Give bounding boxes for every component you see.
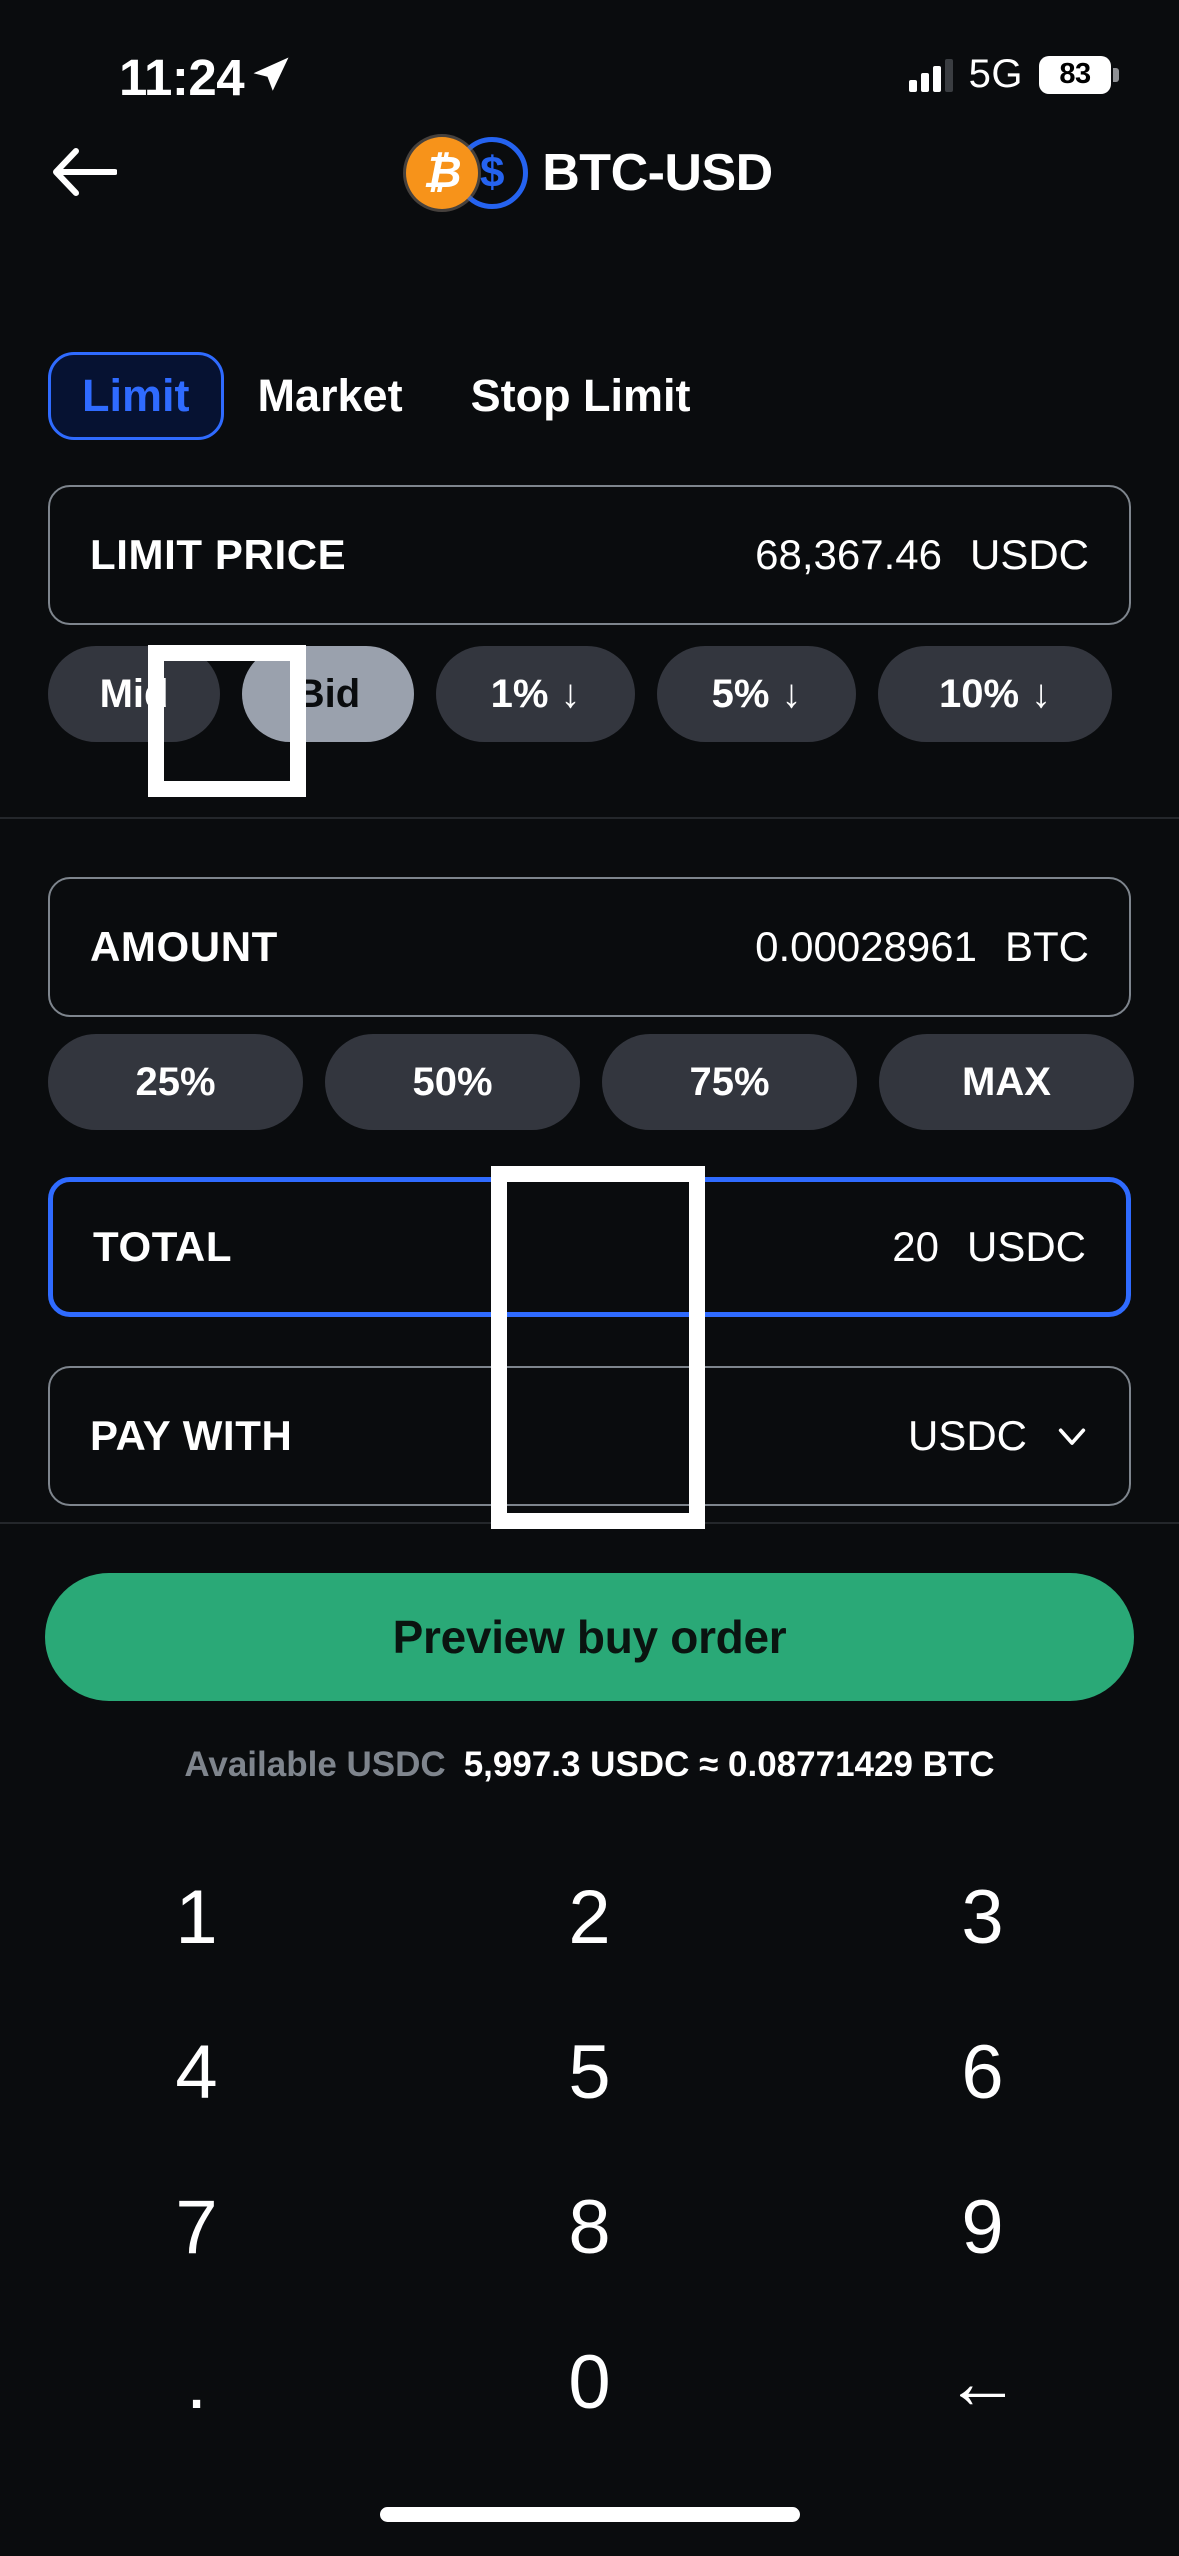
phone-screen: 11:24 5G 83 ₿ $ BTC-USD xyxy=(0,0,1179,2556)
key-2[interactable]: 2 xyxy=(393,1840,786,1995)
scroll-clip-mask xyxy=(0,1524,1179,1570)
amount-field[interactable]: AMOUNT 0.00028961 BTC xyxy=(48,877,1131,1017)
chip-max-label: MAX xyxy=(962,1060,1051,1105)
tab-limit[interactable]: Limit xyxy=(48,352,224,440)
limit-price-unit: USDC xyxy=(970,531,1089,579)
page-title: BTC-USD xyxy=(542,143,772,203)
total-value-group: 20 USDC xyxy=(892,1223,1086,1271)
status-bar: 11:24 5G 83 xyxy=(0,0,1179,112)
amount-unit: BTC xyxy=(1005,923,1089,971)
chip-25-percent[interactable]: 25% xyxy=(48,1034,303,1130)
pair-header: ₿ $ BTC-USD xyxy=(0,118,1179,228)
status-right-cluster: 5G 83 xyxy=(909,52,1119,97)
key-1[interactable]: 1 xyxy=(0,1840,393,1995)
pair-icons: ₿ $ xyxy=(406,137,528,209)
amount-value: 0.00028961 xyxy=(755,923,977,971)
key-7[interactable]: 7 xyxy=(0,2150,393,2305)
chip-10-percent-down[interactable]: 10% ↓ xyxy=(878,646,1112,742)
back-arrow-icon xyxy=(51,147,117,197)
chip-75-label: 75% xyxy=(689,1060,769,1105)
status-time: 11:24 xyxy=(119,48,244,107)
chip-max[interactable]: MAX xyxy=(879,1034,1134,1130)
key-8[interactable]: 8 xyxy=(393,2150,786,2305)
preview-buy-order-label: Preview buy order xyxy=(393,1610,787,1664)
pay-with-value: USDC xyxy=(908,1412,1027,1460)
limit-price-value-group: 68,367.46 USDC xyxy=(755,531,1089,579)
pay-with-value-group: USDC xyxy=(908,1412,1089,1460)
numeric-keypad: 1 2 3 4 5 6 7 8 9 . 0 ← xyxy=(0,1840,1179,2460)
location-arrow-icon xyxy=(250,54,292,96)
order-type-tabs: Limit Market Stop Limit xyxy=(0,348,1179,444)
pay-with-label: PAY WITH xyxy=(90,1412,292,1460)
key-6[interactable]: 6 xyxy=(786,1995,1179,2150)
preview-buy-order-button[interactable]: Preview buy order xyxy=(45,1573,1134,1701)
available-balance-label: Available USDC xyxy=(184,1745,445,1785)
battery-cap xyxy=(1113,68,1119,82)
annotation-box-total-and-pay-with xyxy=(491,1166,705,1529)
chip-50-percent[interactable]: 50% xyxy=(325,1034,580,1130)
key-decimal-point[interactable]: . xyxy=(0,2305,393,2460)
section-divider-top xyxy=(0,817,1179,819)
amount-preset-chips: 25% 50% 75% MAX xyxy=(48,1034,1134,1130)
tab-market[interactable]: Market xyxy=(224,352,437,440)
total-label: TOTAL xyxy=(93,1223,232,1271)
chip-75-percent[interactable]: 75% xyxy=(602,1034,857,1130)
key-5[interactable]: 5 xyxy=(393,1995,786,2150)
limit-price-label: LIMIT PRICE xyxy=(90,531,346,579)
limit-price-field[interactable]: LIMIT PRICE 68,367.46 USDC xyxy=(48,485,1131,625)
amount-label: AMOUNT xyxy=(90,923,278,971)
battery-indicator: 83 xyxy=(1039,56,1119,94)
tab-stop-limit[interactable]: Stop Limit xyxy=(437,352,725,440)
available-balance-row: Available USDC 5,997.3 USDC ≈ 0.08771429… xyxy=(0,1745,1179,1785)
limit-price-value: 68,367.46 xyxy=(755,531,942,579)
page-header: ₿ $ BTC-USD xyxy=(0,118,1179,228)
amount-value-group: 0.00028961 BTC xyxy=(755,923,1089,971)
arrow-down-icon: ↓ xyxy=(1031,672,1051,717)
key-3[interactable]: 3 xyxy=(786,1840,1179,1995)
chip-5-percent-label: 5% xyxy=(712,672,770,717)
network-label: 5G xyxy=(969,52,1023,97)
back-button[interactable] xyxy=(48,140,120,204)
chip-1-percent-down[interactable]: 1% ↓ xyxy=(436,646,635,742)
annotation-box-bid-chip xyxy=(148,645,306,797)
bitcoin-coin-icon: ₿ xyxy=(406,137,478,209)
chip-50-label: 50% xyxy=(412,1060,492,1105)
battery-percent: 83 xyxy=(1059,58,1090,91)
available-balance-value: 5,997.3 USDC ≈ 0.08771429 BTC xyxy=(464,1745,995,1785)
chevron-down-icon[interactable] xyxy=(1055,1419,1089,1453)
total-unit: USDC xyxy=(967,1223,1086,1271)
chip-25-label: 25% xyxy=(135,1060,215,1105)
chip-1-percent-label: 1% xyxy=(491,672,549,717)
arrow-down-icon: ↓ xyxy=(781,672,801,717)
key-backspace[interactable]: ← xyxy=(786,2305,1179,2460)
key-4[interactable]: 4 xyxy=(0,1995,393,2150)
chip-10-percent-label: 10% xyxy=(939,672,1019,717)
home-indicator xyxy=(380,2507,800,2522)
key-9[interactable]: 9 xyxy=(786,2150,1179,2305)
arrow-down-icon: ↓ xyxy=(560,672,580,717)
chip-5-percent-down[interactable]: 5% ↓ xyxy=(657,646,856,742)
key-0[interactable]: 0 xyxy=(393,2305,786,2460)
total-value: 20 xyxy=(892,1223,939,1271)
cellular-signal-icon xyxy=(909,58,953,92)
